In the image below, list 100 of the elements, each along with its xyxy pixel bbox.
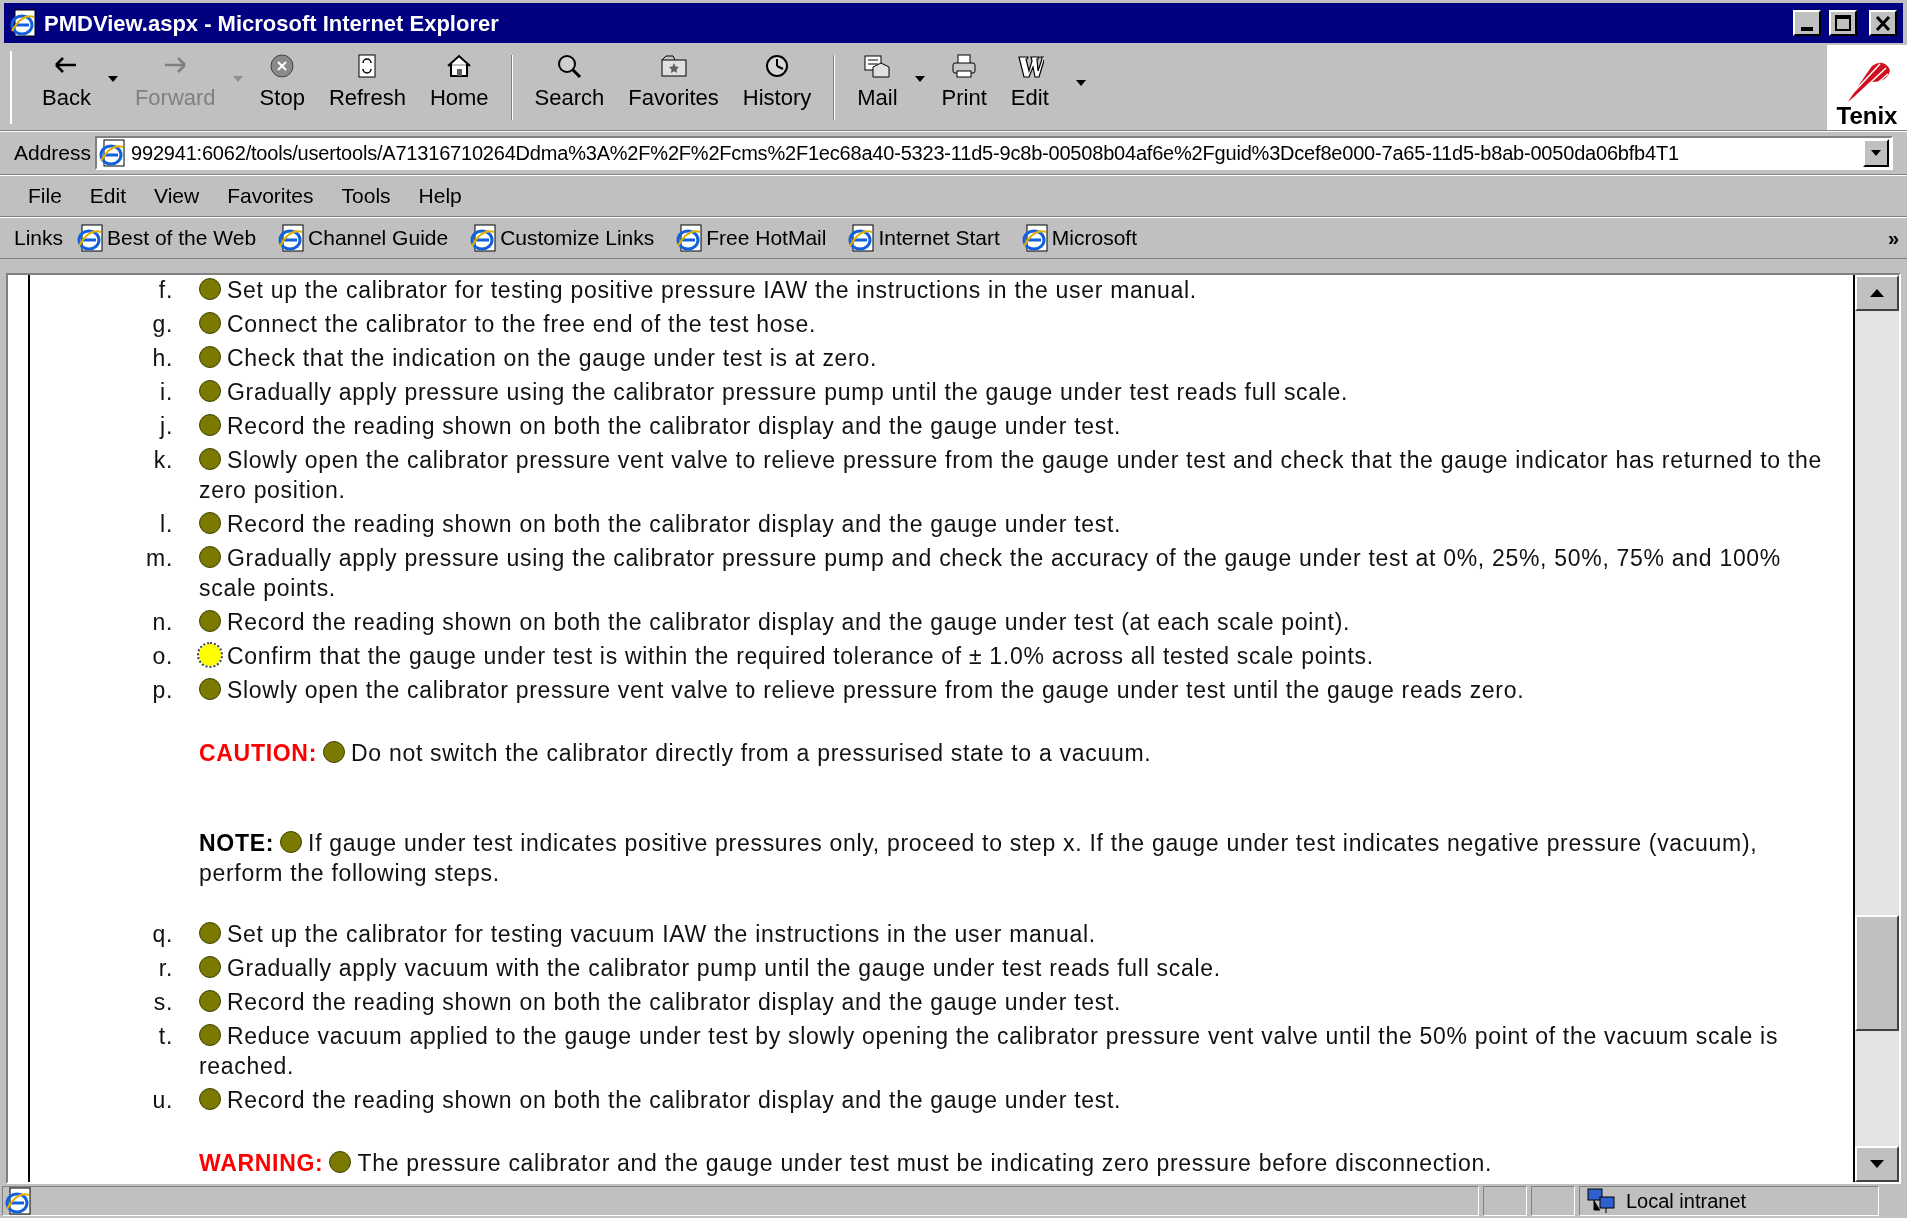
caret-icon [231, 75, 244, 83]
link-item[interactable]: Internet Start [848, 222, 1000, 254]
bullet-icon[interactable] [280, 831, 303, 853]
mail-button[interactable]: Mail [845, 51, 910, 114]
step-label: o. [151, 642, 173, 671]
bullet-icon[interactable] [199, 1024, 221, 1046]
step-label: q. [151, 920, 173, 949]
window-title: PMDView.aspx - Microsoft Internet Explorer [44, 9, 500, 38]
bullet-icon[interactable] [199, 312, 221, 334]
bullet-icon[interactable] [199, 512, 221, 534]
step-label: m. [145, 544, 173, 573]
menu-item[interactable]: Edit [75, 180, 141, 212]
bullet-icon[interactable] [199, 278, 221, 300]
step-text: Record the reading shown on both the calibrator display and the gauge under test (at each scale point). [199, 607, 1841, 637]
step-text: Gradually apply pressure using the calibrator pressure pump and check the accuracy of the gauge under test at 0%, 25%, 50%, 75% and 100% scale points. [199, 544, 1782, 603]
ie-page-icon [99, 139, 126, 167]
ie-page-icon [470, 224, 497, 252]
bullet-icon[interactable] [199, 990, 221, 1012]
caret-icon [1870, 149, 1882, 157]
address-label: Address [14, 140, 92, 167]
maximize-button[interactable] [1829, 10, 1857, 36]
edit-button[interactable]: Edit [998, 51, 1061, 114]
step-text: Record the reading shown on both the calibrator display and the gauge under test. [199, 509, 1841, 539]
step-label: l. [159, 510, 173, 539]
link-item[interactable]: Best of the Web [77, 222, 257, 254]
stop-icon [268, 53, 297, 79]
highlighted-bullet[interactable] [199, 644, 221, 666]
caret-icon [1074, 79, 1087, 87]
link-item[interactable]: Free HotMail [676, 222, 827, 254]
favorites-button[interactable]: Favorites [616, 51, 731, 114]
link-item[interactable]: Microsoft [1021, 222, 1138, 254]
step-text: Slowly open the calibrator pressure vent valve to relieve pressure from the gauge under test and check that the gauge indicator has returned to the zero position. [199, 446, 1823, 505]
bullet-icon[interactable] [329, 1151, 352, 1173]
ie-page-icon [848, 224, 875, 252]
step-label: t. [157, 1022, 173, 1051]
bullet-icon[interactable] [199, 414, 221, 436]
refresh-button[interactable]: Refresh [316, 51, 418, 114]
scroll-down-button[interactable] [1855, 1146, 1899, 1182]
stop-button[interactable]: Stop [247, 51, 317, 114]
bullet-icon[interactable] [199, 922, 221, 944]
link-item[interactable]: Channel Guide [278, 222, 449, 254]
step-label: k. [152, 446, 173, 475]
bullet-icon[interactable] [199, 956, 221, 978]
minimize-button[interactable] [1793, 10, 1821, 36]
step-text: Set up the calibrator for testing vacuum IAW the instructions in the user manual. [199, 919, 1841, 949]
ie-page-icon [10, 9, 36, 37]
favorites-icon [659, 53, 688, 79]
bullet-icon[interactable] [323, 741, 346, 763]
ie-page-icon [5, 1187, 31, 1215]
bullet-icon[interactable] [199, 546, 221, 568]
bullet-icon[interactable] [199, 678, 221, 700]
logo: Tenix [1827, 45, 1907, 130]
caret-icon [913, 75, 926, 83]
history-button[interactable]: History [730, 51, 824, 114]
links-label: Links [14, 225, 64, 252]
notice-text: NOTE: If gauge under test indicates positive pressures only, proceed to step x. If the gauge under test indicates negative pressure (vacuum), perform the following steps. [199, 829, 1759, 888]
step-text: Connect the calibrator to the free end of the test hose. [199, 309, 1841, 339]
step-text: Gradually apply vacuum with the calibrator pump until the gauge under test reads full scale. [199, 953, 1841, 983]
step-label: f. [157, 276, 173, 305]
step-text: Record the reading shown on both the calibrator display and the gauge under test. [199, 987, 1841, 1017]
step-label: s. [152, 988, 173, 1017]
status-pane [1531, 1186, 1575, 1216]
bullet-icon[interactable] [199, 346, 221, 368]
up-arrow-icon [1869, 288, 1885, 298]
scroll-up-button[interactable] [1855, 275, 1899, 311]
ie-page-icon [278, 224, 305, 252]
menu-item[interactable]: File [14, 180, 76, 212]
status-pane [1483, 1186, 1527, 1216]
overflow-button[interactable]: » [1887, 223, 1899, 253]
search-button[interactable]: Search [522, 51, 617, 114]
bullet-icon[interactable] [199, 610, 221, 632]
minimize-icon [1801, 27, 1813, 31]
ie-page-icon [1021, 224, 1048, 252]
edit-icon [1015, 53, 1044, 79]
menu-item[interactable]: View [140, 180, 214, 212]
scroll-thumb[interactable] [1855, 915, 1899, 1031]
caret-icon [106, 75, 119, 83]
mail-icon [863, 53, 892, 79]
zone-label: Local intranet [1626, 1189, 1747, 1214]
dropdown-button[interactable] [1863, 139, 1889, 167]
home-button[interactable]: Home [417, 51, 501, 114]
ie-page-icon [676, 224, 703, 252]
menu-item[interactable]: Favorites [213, 180, 328, 212]
back-button[interactable]: Back [30, 51, 103, 114]
print-button[interactable]: Print [929, 51, 999, 114]
step-label: h. [151, 344, 173, 373]
ie-page-icon [77, 224, 104, 252]
address-field[interactable]: 992941:6062/tools/usertools/A71316710264Ddma%3A%2F%2F%2Fcms%2F1ec68a40-5323-11d5-9c8b-00508b04af6e%2Fguid%3Dcef8e000-7a65-11d5-b8ab-0050da06bfb4T1 [95, 136, 1893, 170]
link-item[interactable]: Customize Links [470, 222, 655, 254]
close-button[interactable] [1869, 10, 1897, 36]
bullet-icon[interactable] [199, 448, 221, 470]
step-text: Record the reading shown on both the calibrator display and the gauge under test. [199, 1085, 1841, 1115]
menu-item[interactable]: Tools [327, 180, 405, 212]
menu-item[interactable]: Help [404, 180, 476, 212]
step-text: Record the reading shown on both the calibrator display and the gauge under test. [199, 411, 1841, 441]
step-text: Gradually apply pressure using the calibrator pressure pump until the gauge under test reads full scale. [199, 377, 1841, 407]
bullet-icon[interactable] [199, 380, 221, 402]
bullet-icon[interactable] [199, 1088, 221, 1110]
search-icon [555, 53, 584, 79]
print-icon [950, 53, 979, 79]
